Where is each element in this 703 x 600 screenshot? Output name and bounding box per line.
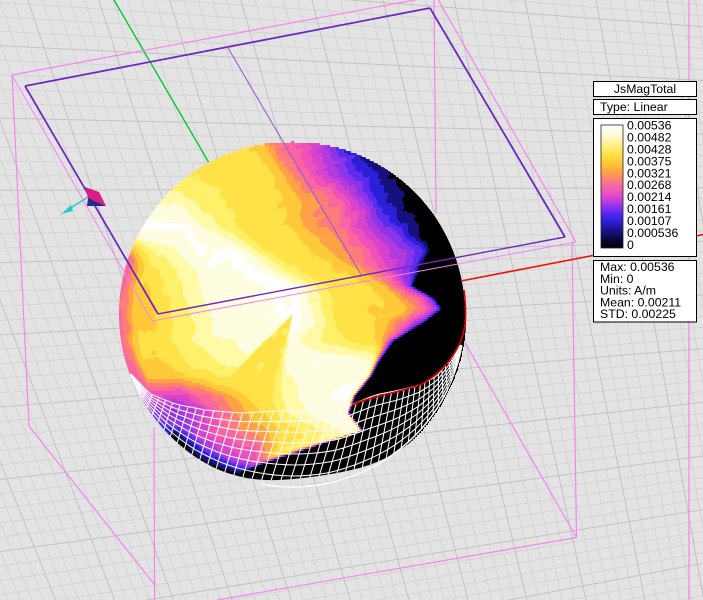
svg-text:0: 0: [627, 238, 634, 252]
svg-text:JsMagTotal: JsMagTotal: [614, 82, 676, 96]
svg-text:Type: Linear: Type: Linear: [600, 100, 668, 114]
svg-text:0.000536: 0.000536: [627, 226, 678, 240]
svg-text:STD: 0.00225: STD: 0.00225: [600, 307, 676, 321]
